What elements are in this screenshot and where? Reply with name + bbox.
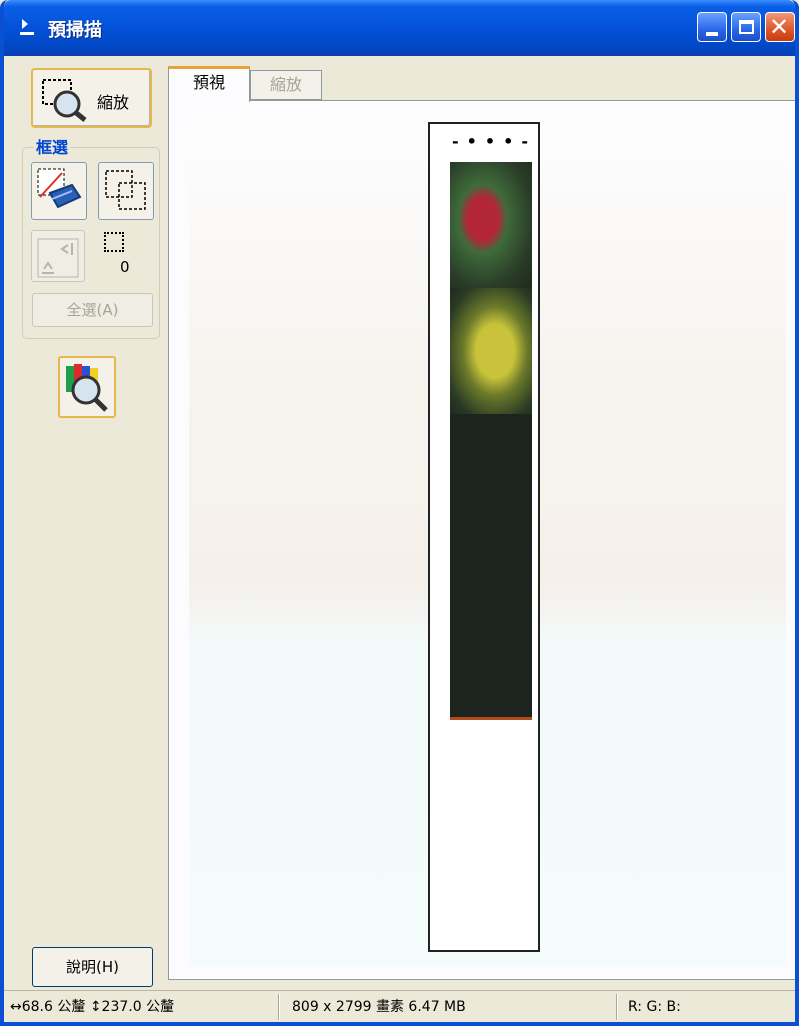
film-frame-empty[interactable] <box>450 414 532 720</box>
close-icon: ✕ <box>769 13 790 41</box>
auto-locate-icon <box>37 168 82 209</box>
select-all-button[interactable]: 全選(A) <box>32 293 153 327</box>
minimize-button[interactable] <box>697 12 727 42</box>
status-rgb: R: G: B: <box>628 999 681 1015</box>
status-bar: ↔68.6 公釐 ↕237.0 公釐 809 x 2799 畫素 6.47 MB… <box>4 990 795 1022</box>
help-button[interactable]: 說明(H) <box>32 947 153 987</box>
maximize-button[interactable] <box>731 12 761 42</box>
close-button[interactable]: ✕ <box>765 12 795 42</box>
status-height: ↕237.0 公釐 <box>89 999 175 1015</box>
color-palette-button[interactable] <box>58 356 116 418</box>
scanner-icon <box>20 19 34 35</box>
preview-window: 預掃描 ✕ 縮放 框選 0 全選(A) 說明(H) 預視 縮放 -•••- ↔6… <box>0 0 799 1026</box>
status-image-size: 809 x 2799 畫素 6.47 MB <box>292 999 466 1015</box>
zoom-button[interactable]: 縮放 <box>31 68 152 128</box>
status-dimensions: ↔68.6 公釐 ↕237.0 公釐 <box>10 995 174 1019</box>
tab-preview[interactable]: 預視 <box>168 66 250 102</box>
zoom-magnifier-icon <box>42 79 87 122</box>
film-holder-preview[interactable]: -•••- <box>428 122 540 952</box>
minimize-icon <box>706 32 718 36</box>
status-width: ↔68.6 公釐 <box>10 999 86 1015</box>
marquee-group-label: 框選 <box>34 134 71 158</box>
zoom-button-label: 縮放 <box>97 93 130 112</box>
maximize-icon <box>739 20 754 34</box>
marquee-count: 0 <box>120 258 130 276</box>
create-marquee-icon <box>105 170 146 210</box>
status-separator <box>278 994 280 1020</box>
scale-button[interactable] <box>31 230 85 282</box>
film-sprocket-marks: -•••- <box>452 132 536 151</box>
status-separator <box>616 994 618 1020</box>
color-palette-magnifier-icon <box>66 364 108 412</box>
title-bar[interactable]: 預掃描 ✕ <box>4 0 795 56</box>
marquee-count-icon <box>104 232 124 252</box>
film-frame-red-flower[interactable] <box>450 162 532 288</box>
window-title: 預掃描 <box>48 20 102 41</box>
tab-zoom[interactable]: 縮放 <box>250 70 322 100</box>
film-frame-yellow-flowers[interactable] <box>450 288 532 414</box>
create-marquee-button[interactable] <box>98 162 154 220</box>
auto-locate-button[interactable] <box>31 162 87 220</box>
scale-icon <box>37 238 79 278</box>
